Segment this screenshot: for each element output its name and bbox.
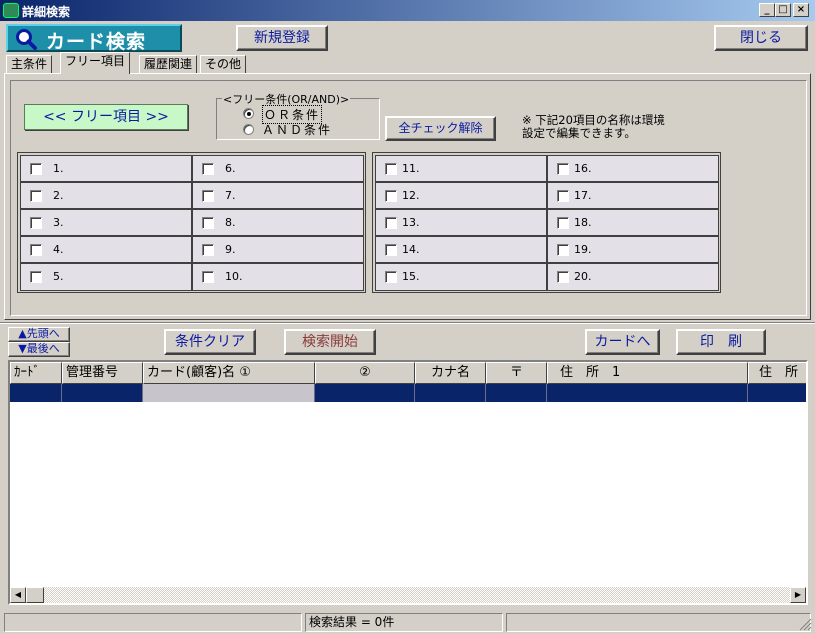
free-item-checkbox[interactable] xyxy=(202,190,214,202)
free-item[interactable]: 4. xyxy=(20,236,192,263)
free-item[interactable]: 14. xyxy=(375,236,547,263)
minimize-icon[interactable]: _ xyxy=(759,3,775,17)
free-item-checkbox[interactable] xyxy=(30,244,42,256)
print-button[interactable]: 印 刷 xyxy=(676,329,766,355)
free-item[interactable]: 20. xyxy=(547,263,719,291)
free-item-checkbox[interactable] xyxy=(385,190,397,202)
column-header[interactable]: 住 所 1 xyxy=(547,362,748,384)
clear-conditions-button[interactable]: 条件クリア xyxy=(164,329,256,355)
free-item-checkbox[interactable] xyxy=(557,271,569,283)
free-item-checkbox[interactable] xyxy=(202,271,214,283)
tab-main-conditions[interactable]: 主条件 xyxy=(6,55,53,73)
free-items-grid-left: 1. 2. 3. 4. 5. 6. 7. 8. 9. 10. xyxy=(17,152,366,293)
free-item[interactable]: 1. xyxy=(20,155,192,182)
free-item-checkbox[interactable] xyxy=(202,217,214,229)
free-item-checkbox[interactable] xyxy=(30,190,42,202)
free-item[interactable]: 10. xyxy=(192,263,364,291)
tab-other[interactable]: その他 xyxy=(200,55,247,73)
app-icon xyxy=(3,3,19,18)
section-divider xyxy=(0,322,815,324)
free-item[interactable]: 3. xyxy=(20,209,192,236)
table-cell xyxy=(10,384,62,402)
free-item[interactable]: 5. xyxy=(20,263,192,291)
free-item-checkbox[interactable] xyxy=(385,271,397,283)
free-items-grid-right: 11. 12. 13. 14. 15. 16. 17. 18. 19. 20. xyxy=(372,152,721,293)
title-bar: 詳細検索 _ □ × xyxy=(0,0,815,21)
or-condition-radio[interactable] xyxy=(243,108,254,119)
maximize-icon[interactable]: □ xyxy=(775,3,791,17)
column-header[interactable]: 住 所 xyxy=(748,362,806,384)
and-condition-radio[interactable] xyxy=(243,124,254,135)
table-cell xyxy=(486,384,547,402)
free-item[interactable]: 6. xyxy=(192,155,364,182)
status-cell xyxy=(506,613,811,632)
free-item[interactable]: 2. xyxy=(20,182,192,209)
free-item-checkbox[interactable] xyxy=(385,244,397,256)
logo-text: カード検索 xyxy=(46,31,147,53)
start-search-button[interactable]: 検索開始 xyxy=(284,329,376,355)
free-item-checkbox[interactable] xyxy=(557,244,569,256)
close-button[interactable]: 閉じる xyxy=(714,25,808,51)
scroll-left-icon[interactable]: ◀ xyxy=(10,587,26,603)
scroll-thumb[interactable] xyxy=(26,587,44,603)
table-cell-focused[interactable] xyxy=(143,384,315,402)
free-item[interactable]: 15. xyxy=(375,263,547,291)
column-header[interactable]: ｶｰﾄﾞ xyxy=(10,362,62,384)
free-item-checkbox[interactable] xyxy=(202,163,214,175)
free-item-checkbox[interactable] xyxy=(30,163,42,175)
to-card-button[interactable]: カードへ xyxy=(585,329,660,355)
new-register-button[interactable]: 新規登録 xyxy=(236,25,328,51)
status-bar: 検索結果 = 0件 xyxy=(0,611,815,634)
magnifier-icon xyxy=(16,29,37,50)
free-item[interactable]: 8. xyxy=(192,209,364,236)
column-header[interactable]: ② xyxy=(315,362,415,384)
and-condition-label: ＡＮＤ条件 xyxy=(262,123,333,137)
scroll-right-icon[interactable]: ▶ xyxy=(790,587,806,603)
free-item[interactable]: 11. xyxy=(375,155,547,182)
card-search-logo: カード検索 xyxy=(6,24,182,53)
free-item-checkbox[interactable] xyxy=(385,217,397,229)
column-header[interactable]: カナ名 xyxy=(415,362,486,384)
column-header[interactable]: カード(顧客)名 ① xyxy=(143,362,315,384)
column-header[interactable]: 〒 xyxy=(486,362,547,384)
free-item-checkbox[interactable] xyxy=(557,163,569,175)
free-items-note: ※ 下記20項目の名称は環境 設定で編集できます。 xyxy=(522,114,702,140)
to-top-button[interactable]: ▲先頭へ xyxy=(8,327,70,342)
free-item[interactable]: 9. xyxy=(192,236,364,263)
table-cell xyxy=(547,384,748,402)
results-table[interactable]: ｶｰﾄﾞ 管理番号 カード(顧客)名 ① ② カナ名 〒 住 所 1 住 所 ◀… xyxy=(8,360,808,605)
free-item-checkbox[interactable] xyxy=(557,217,569,229)
free-item[interactable]: 7. xyxy=(192,182,364,209)
window-title: 詳細検索 xyxy=(22,5,71,19)
table-row[interactable] xyxy=(10,384,806,402)
search-result-count: 検索結果 = 0件 xyxy=(305,613,503,632)
to-last-button[interactable]: ▼最後へ xyxy=(8,342,70,357)
tab-history[interactable]: 履歴関連 xyxy=(139,55,198,73)
free-item[interactable]: 19. xyxy=(547,236,719,263)
free-item[interactable]: 12. xyxy=(375,182,547,209)
horizontal-scrollbar[interactable]: ◀ ▶ xyxy=(10,587,806,603)
free-item-checkbox[interactable] xyxy=(385,163,397,175)
free-item-checkbox[interactable] xyxy=(30,217,42,229)
column-header[interactable]: 管理番号 xyxy=(62,362,143,384)
table-cell xyxy=(415,384,486,402)
close-icon[interactable]: × xyxy=(793,3,809,17)
resize-grip-icon[interactable] xyxy=(798,615,812,631)
free-item-checkbox[interactable] xyxy=(30,271,42,283)
free-item-checkbox[interactable] xyxy=(557,190,569,202)
free-item[interactable]: 16. xyxy=(547,155,719,182)
free-item-checkbox[interactable] xyxy=(202,244,214,256)
status-cell xyxy=(4,613,302,632)
free-item[interactable]: 17. xyxy=(547,182,719,209)
table-cell xyxy=(62,384,143,402)
tab-free-items[interactable]: フリー項目 xyxy=(60,52,131,74)
free-item[interactable]: 18. xyxy=(547,209,719,236)
note-line-2: 設定で編集できます。 xyxy=(522,126,636,140)
free-items-toggle-button[interactable]: << フリー項目 >> xyxy=(24,104,188,130)
table-cell xyxy=(315,384,415,402)
free-item[interactable]: 13. xyxy=(375,209,547,236)
uncheck-all-button[interactable]: 全チェック解除 xyxy=(385,116,496,141)
